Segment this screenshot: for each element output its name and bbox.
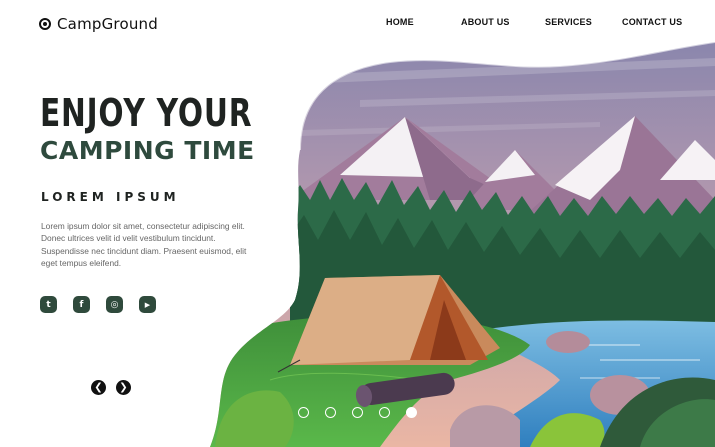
nav-services[interactable]: SERVICES <box>545 17 592 27</box>
landscape-scene <box>210 42 715 447</box>
slide-dot-4[interactable] <box>379 407 390 418</box>
nav-home[interactable]: HOME <box>386 17 414 27</box>
slide-dot-2[interactable] <box>325 407 336 418</box>
next-slide-button[interactable]: ❯ <box>116 380 131 395</box>
nav-about-us[interactable]: ABOUT US <box>461 17 510 27</box>
hero-title-line1: ENJOY YOUR <box>40 91 253 135</box>
hero-subheading: LOREM IPSUM <box>41 190 180 204</box>
chevron-right-icon: ❯ <box>119 381 128 393</box>
slide-dot-1[interactable] <box>298 407 309 418</box>
twitter-icon[interactable]: t <box>40 296 57 313</box>
chevron-left-icon: ❮ <box>94 381 103 393</box>
youtube-icon[interactable]: ▶ <box>139 296 156 313</box>
hero-title-line2: CAMPING TIME <box>40 136 255 165</box>
top-nav: HOME ABOUT US SERVICES CONTACT US <box>0 17 715 31</box>
facebook-icon[interactable]: f <box>73 296 90 313</box>
instagram-icon[interactable]: ◎ <box>106 296 123 313</box>
nav-contact-us[interactable]: CONTACT US <box>622 17 682 27</box>
prev-slide-button[interactable]: ❮ <box>91 380 106 395</box>
slide-dot-5[interactable] <box>406 407 417 418</box>
hero-body-text: Lorem ipsum dolor sit amet, consectetur … <box>41 221 247 269</box>
slide-dot-3[interactable] <box>352 407 363 418</box>
